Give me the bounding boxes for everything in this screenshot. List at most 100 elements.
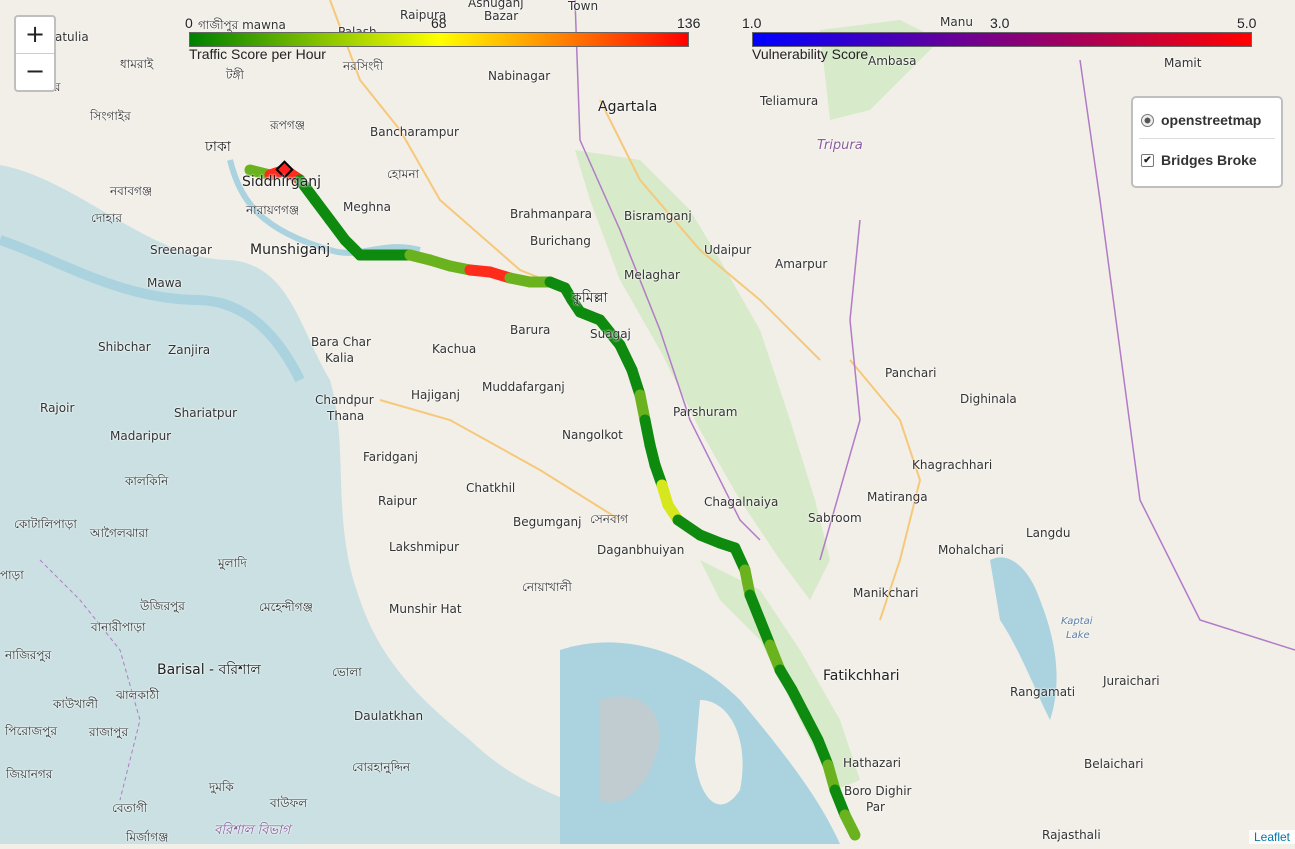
place-label: Juraichari [1103,674,1160,688]
place-label: রূপগঞ্জ [270,118,306,132]
vulnerability-legend-caption: Vulnerability Score [752,46,869,62]
place-label: Meghna [343,200,391,214]
layer-separator [1139,138,1275,139]
place-label: Boro Dighir [844,784,912,798]
place-label: মেহেন্দীগঞ্জ [259,600,313,614]
vulnerability-tick-mid: 3.0 [990,15,1010,31]
place-label: Thana [327,409,365,423]
place-label: Bisramganj [624,209,692,223]
vulnerability-score-legend: 1.0 3.0 5.0 Vulnerability Score [742,15,1272,65]
place-label: টঙ্গী [226,68,244,82]
zoom-out-button[interactable]: − [16,54,54,90]
place-label: Suagaj [590,327,631,341]
place-label: ঝালকাঠী [116,688,160,702]
base-layer-label: openstreetmap [1161,112,1262,128]
place-label: Lakshmipur [389,540,460,554]
place-label: Shariatpur [174,406,238,420]
place-label: মুলাদি [218,556,247,570]
place-label: Sabroom [808,511,862,525]
place-label: Mawa [147,276,182,290]
place-label: Dighinala [960,392,1017,406]
checkbox-checked-icon[interactable]: ✔ [1141,153,1154,167]
place-label: নাজিরপুর [5,648,52,662]
vulnerability-color-bar [752,32,1252,47]
place-label: মির্জাগঞ্জ [126,830,169,844]
place-label: Madaripur [110,429,172,443]
place-label: বাউফল [270,796,308,810]
place-label: Udaipur [704,243,752,257]
place-label: নোয়াখালী [522,580,572,594]
place-label: নারায়ণগঞ্জ [246,203,300,217]
place-label: Fatikchhari [823,668,900,684]
overlay-layer-option[interactable]: ✔ Bridges Broke [1141,152,1257,168]
vulnerability-tick-max: 5.0 [1237,15,1257,31]
place-label: বেতাগী [112,801,148,815]
place-label: Lake [1066,630,1090,641]
traffic-color-bar [189,32,689,47]
place-label: নবাবগঞ্জ [110,184,153,198]
place-label: Rajasthali [1042,828,1101,842]
place-label: Kalia [325,351,355,365]
map-canvas[interactable]: RaipuraAshuganjBazarTownগাজীপুর mawnaPal… [0,0,1295,844]
place-label: Raipur [378,494,417,508]
place-label: উজিরপুর [140,599,185,613]
place-label: atulia [55,30,89,44]
layer-control: openstreetmap ✔ Bridges Broke [1131,96,1283,188]
place-label: Barura [510,323,551,337]
place-label: Rangamati [1010,685,1076,699]
place-label: Munshiganj [250,242,331,258]
place-label: Hathazari [843,756,901,770]
place-label: Zanjira [168,343,211,357]
place-label: Agartala [598,99,658,115]
place-label: Chatkhil [466,481,516,495]
place-label: বরিশাল বিভাগ [214,823,291,838]
place-label: Tripura [817,138,863,153]
place-label: ধামরাই [120,57,154,71]
traffic-tick-max: 136 [677,15,701,31]
place-label: Amarpur [775,257,828,271]
place-label: Nangolkot [562,428,623,442]
place-label: Hajiganj [411,388,460,402]
place-label: Chagalnaiya [704,495,779,509]
attribution-link[interactable]: Leaflet [1248,830,1295,844]
place-label: Mohalchari [938,543,1004,557]
place-label: Daulatkhan [354,709,424,723]
place-label: ঢাকা [205,139,231,155]
place-label: পাড়া [0,568,24,582]
traffic-score-legend: 0 68 136 Traffic Score per Hour [185,15,709,65]
place-label: কালকিনি [125,474,169,488]
radio-selected-icon[interactable] [1141,113,1154,127]
place-label: Siddhirganj [242,174,322,190]
place-label: আগৈলঝারা [90,526,149,540]
place-label: Teliamura [760,94,819,108]
place-label: কোটালিপাড়া [14,517,77,531]
place-label: Bara Char [311,335,371,349]
place-label: Panchari [885,366,937,380]
basemap [0,0,1295,844]
place-label: Chandpur [315,393,374,407]
place-label: Town [568,0,599,13]
place-label: রাজাপুর [89,725,129,739]
place-label: Shibchar [98,340,151,354]
place-label: দোহার [91,211,123,225]
border [819,219,861,561]
traffic-tick-min: 0 [185,15,193,31]
place-label: Melaghar [624,268,680,282]
place-label: জিয়ানগর [6,767,53,781]
route-segment[interactable] [839,809,861,841]
place-label: Khagrachhari [912,458,993,472]
place-label: কাউখালী [53,697,98,711]
place-label: Faridganj [363,450,418,464]
zoom-in-button[interactable]: + [16,17,54,54]
base-layer-option[interactable]: openstreetmap [1141,112,1261,128]
place-label: Bancharampur [370,125,459,139]
place-label: ভোলা [332,665,362,679]
place-label: Kaptai [1061,616,1093,627]
place-label: বোরহানুদ্দিন [352,760,411,774]
traffic-tick-mid: 68 [431,15,447,31]
place-label: Nabinagar [488,69,551,83]
place-label: পিরোজপুর [5,724,57,738]
place-label: Belaichari [1084,757,1144,771]
zoom-control: + − [14,15,56,92]
place-label: Barisal - বরিশাল [157,662,261,678]
